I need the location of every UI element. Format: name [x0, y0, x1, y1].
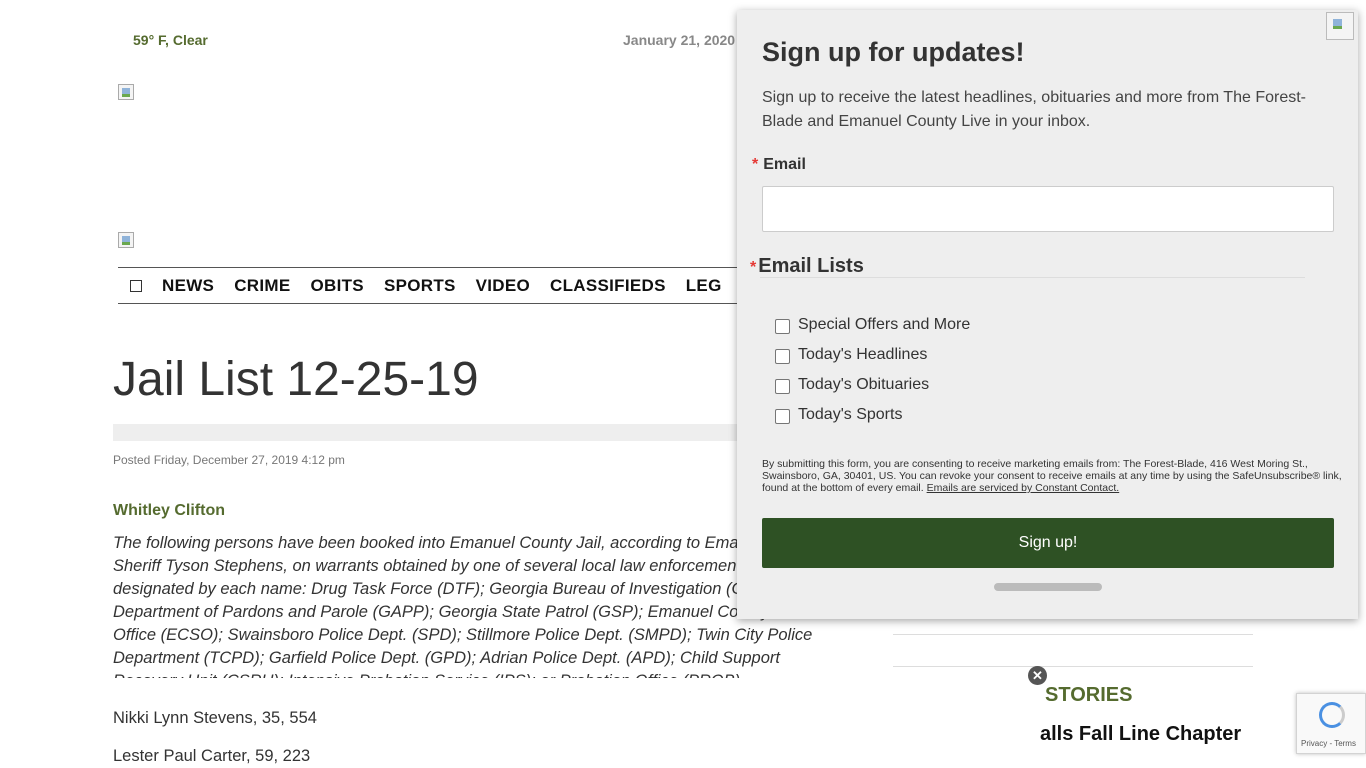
jail-entry: Lester Paul Carter, 59, 223 [113, 747, 311, 765]
lists-divider [760, 277, 1305, 278]
current-date: January 21, 2020 [623, 32, 736, 48]
recaptcha-links[interactable]: Privacy - Terms [1301, 739, 1356, 748]
checkbox[interactable] [775, 349, 790, 364]
modal-scroll-handle[interactable] [994, 583, 1102, 591]
nav-item-video[interactable]: VIDEO [476, 276, 530, 296]
checkbox[interactable] [775, 379, 790, 394]
email-lists-label: * Email Lists [750, 255, 864, 278]
signup-button[interactable]: Sign up! [762, 518, 1334, 568]
email-lists-label-text: Email Lists [758, 255, 864, 277]
nav-item-classifieds[interactable]: CLASSIFIEDS [550, 276, 666, 296]
sidebar-divider [893, 634, 1253, 635]
article-divider-bar [113, 424, 753, 441]
article-title: Jail List 12-25-19 [113, 353, 479, 406]
nav-item-crime[interactable]: CRIME [234, 276, 290, 296]
checkbox[interactable] [775, 409, 790, 424]
nav-item-news[interactable]: NEWS [162, 276, 214, 296]
constant-contact-link[interactable]: Emails are serviced by Constant Contact. [927, 482, 1120, 494]
site-logo-image[interactable] [118, 84, 134, 100]
required-marker: * [750, 259, 757, 276]
jail-entry: Nikki Lynn Stevens, 35, 554 [113, 709, 317, 727]
post-date: Posted Friday, December 27, 2019 4:12 pm [113, 453, 345, 467]
recaptcha-icon [1319, 702, 1345, 728]
list-option-label[interactable]: Today's Headlines [798, 346, 927, 364]
list-option-sports[interactable]: Today's Sports [775, 406, 902, 424]
checkbox[interactable] [775, 319, 790, 334]
consent-text: By submitting this form, you are consent… [762, 458, 1342, 494]
list-option-special-offers[interactable]: Special Offers and More [775, 316, 970, 334]
home-icon[interactable] [130, 279, 142, 292]
modal-title: Sign up for updates! [762, 37, 1025, 67]
email-label-text: Email [763, 156, 806, 173]
article-author[interactable]: Whitley Clifton [113, 502, 225, 520]
email-field[interactable] [762, 186, 1334, 232]
sidebar-heading: STORIES [1045, 684, 1133, 706]
weather-status: 59° F, Clear [133, 32, 208, 48]
close-icon[interactable]: ✕ [1028, 666, 1047, 685]
email-label: * Email [752, 156, 806, 174]
nav-item-sports[interactable]: SPORTS [384, 276, 456, 296]
banner-image[interactable] [118, 232, 134, 248]
sidebar-story-link[interactable]: alls Fall Line Chapter [1040, 723, 1241, 746]
nav-item-obits[interactable]: OBITS [310, 276, 363, 296]
sidebar-divider [893, 666, 1253, 667]
nav-item-legals[interactable]: LEG [686, 276, 722, 296]
list-option-label[interactable]: Today's Obituaries [798, 376, 929, 394]
main-nav: NEWS CRIME OBITS SPORTS VIDEO CLASSIFIED… [118, 267, 758, 304]
list-option-headlines[interactable]: Today's Headlines [775, 346, 927, 364]
list-option-label[interactable]: Special Offers and More [798, 316, 970, 334]
modal-close-image[interactable] [1326, 12, 1354, 40]
signup-modal: Sign up for updates! Sign up to receive … [737, 10, 1358, 619]
list-option-label[interactable]: Today's Sports [798, 406, 902, 424]
modal-description: Sign up to receive the latest headlines,… [762, 89, 1306, 130]
required-marker: * [752, 156, 759, 173]
list-option-obituaries[interactable]: Today's Obituaries [775, 376, 929, 394]
recaptcha-badge[interactable]: Privacy - Terms [1296, 693, 1366, 754]
